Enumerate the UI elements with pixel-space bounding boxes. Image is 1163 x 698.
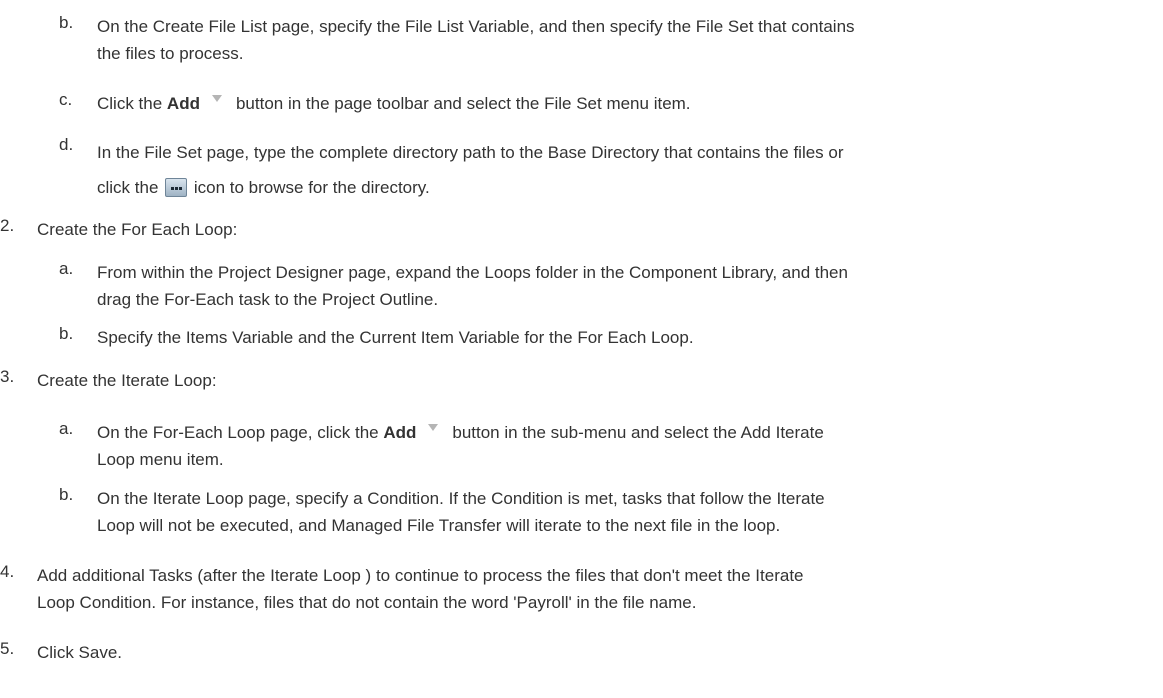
list-marker: b. [59,13,74,32]
list-item-text: Create the For Each Loop: [37,220,238,239]
list-item: a. From within the Project Designer page… [59,259,1159,313]
list-item-text: Create the Iterate Loop: [37,371,217,390]
browse-ellipsis-icon [165,178,188,197]
list-item: 5. Click Save. [0,639,1160,666]
list-item: 2. Create the For Each Loop: [0,216,1160,243]
add-label: Add [166,94,200,113]
list-item: 4. Add additional Tasks (after the Itera… [0,562,1160,616]
list-item-text: In the File Set page, type the complete … [97,143,844,197]
list-item: b. Specify the Items Variable and the Cu… [59,324,1159,351]
list-item: b. On the Iterate Loop page, specify a C… [59,485,1159,539]
add-label: Add [383,423,417,442]
list-item: d. In the File Set page, type the comple… [59,135,1159,205]
list-marker: c. [59,90,73,109]
dropdown-arrow-icon [428,424,439,431]
list-item: b. On the Create File List page, specify… [59,13,1159,67]
list-marker: d. [59,135,74,154]
list-item: c. Click the Add button in the page toolb… [59,90,1159,117]
list-marker: 4. [0,562,15,581]
dropdown-arrow-icon [211,95,222,102]
list-item-text: Click the Add button in the page toolbar … [97,94,691,113]
list-item-text: On the For-Each Loop page, click the Add… [97,423,824,469]
document-body: b. On the Create File List page, specify… [0,0,1163,698]
list-item-text: On the Iterate Loop page, specify a Cond… [97,489,825,535]
list-marker: a. [59,259,74,278]
list-item-text: On the Create File List page, specify th… [97,17,855,63]
list-item-text: Specify the Items Variable and the Curre… [97,328,694,347]
list-item-text: From within the Project Designer page, e… [97,263,848,309]
list-item: a. On the For-Each Loop page, click the … [59,419,1159,473]
list-marker: b. [59,324,74,343]
list-marker: 2. [0,216,15,235]
list-marker: 5. [0,639,15,658]
list-item-text: Add additional Tasks (after the Iterate … [37,566,804,612]
list-marker: b. [59,485,74,504]
list-item-text: Click Save. [37,643,123,662]
list-marker: 3. [0,367,15,386]
list-item: 3. Create the Iterate Loop: [0,367,1160,394]
list-marker: a. [59,419,74,438]
